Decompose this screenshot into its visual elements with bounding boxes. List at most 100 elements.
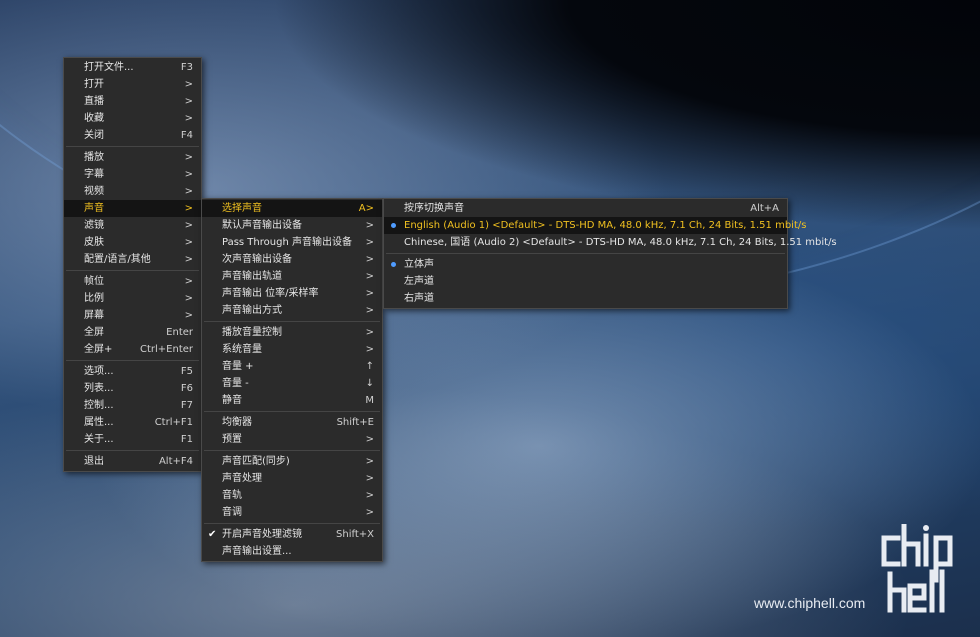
menu-item-bitrate-samplerate[interactable]: 声音输出 位率/采样率 > [202, 285, 382, 302]
menu-item-shortcut: Ctrl+F1 [154, 417, 193, 428]
submenu-arrow: > [365, 237, 374, 248]
menu-item-video[interactable]: 视频 > [64, 183, 201, 200]
submenu-arrow: > [365, 473, 374, 484]
menu-item-equalizer[interactable]: 均衡器 Shift+E [202, 414, 382, 431]
menu-item-label: 列表... [84, 383, 114, 394]
menu-item-select-audio[interactable]: 选择声音 A> [202, 200, 382, 217]
menu-item-label: 次声音输出设备 [222, 254, 292, 265]
menu-item-fullscreen-plus[interactable]: 全屏+ Ctrl+Enter [64, 341, 201, 358]
menu-item-options[interactable]: 选项... F5 [64, 363, 201, 380]
main-context-menu: 打开文件... F3 打开 > 直播 > 收藏 > 关闭 F4 播放 > 字幕 > 视频 > 声… [63, 57, 202, 472]
menu-item-enable-audio-filter[interactable]: ✔ 开启声音处理滤镜 Shift+X [202, 526, 382, 543]
audio-track-english[interactable]: English (Audio 1) <Default> - DTS-HD MA,… [384, 217, 806, 234]
menu-item-label: 控制... [84, 400, 114, 411]
menu-separator [66, 270, 199, 271]
submenu-arrow: > [184, 169, 193, 180]
menu-item-label: 音调 [222, 507, 242, 518]
menu-item-properties[interactable]: 属性... Ctrl+F1 [64, 414, 201, 431]
menu-item-shortcut: F1 [180, 434, 193, 445]
menu-item-label: Pass Through 声音输出设备 [222, 237, 352, 248]
menu-item-label: 开启声音处理滤镜 [222, 529, 302, 540]
menu-item-label: 声音匹配(同步) [222, 456, 290, 467]
menu-item-output-track[interactable]: 声音输出轨道 > [202, 268, 382, 285]
menu-separator [204, 411, 380, 412]
radio-selected-icon [391, 262, 396, 267]
menu-item-filters[interactable]: 滤镜 > [64, 217, 201, 234]
menu-item-label: 全屏+ [84, 344, 113, 355]
menu-item-shortcut: F7 [180, 400, 193, 411]
menu-item-audio[interactable]: 声音 > [64, 200, 201, 217]
submenu-arrow: > [365, 305, 374, 316]
menu-item-fullscreen[interactable]: 全屏 Enter [64, 324, 201, 341]
arrow-down-icon: ↓ [365, 378, 374, 389]
menu-item-label: 比例 [84, 293, 104, 304]
menu-item-playback[interactable]: 播放 > [64, 149, 201, 166]
menu-item-control[interactable]: 控制... F7 [64, 397, 201, 414]
check-icon: ✔ [208, 529, 217, 540]
menu-item-volume-up[interactable]: 音量 + ↑ [202, 358, 382, 375]
menu-item-live[interactable]: 直播 > [64, 93, 201, 110]
channel-left[interactable]: 左声道 [384, 273, 787, 290]
menu-item-label: 声音输出设置... [222, 546, 292, 557]
menu-item-skins[interactable]: 皮肤 > [64, 234, 201, 251]
menu-item-secondary-device[interactable]: 次声音输出设备 > [202, 251, 382, 268]
menu-item-audio-output-settings[interactable]: 声音输出设置... [202, 543, 382, 560]
menu-item-config-language[interactable]: 配置/语言/其他 > [64, 251, 201, 268]
menu-item-pitch[interactable]: 音调 > [202, 504, 382, 521]
submenu-arrow: > [365, 271, 374, 282]
menu-item-subtitles[interactable]: 字幕 > [64, 166, 201, 183]
menu-item-playlist[interactable]: 列表... F6 [64, 380, 201, 397]
menu-item-volume-down[interactable]: 音量 - ↓ [202, 375, 382, 392]
menu-item-system-volume[interactable]: 系统音量 > [202, 341, 382, 358]
menu-item-label: 音轨 [222, 490, 242, 501]
menu-item-close[interactable]: 关闭 F4 [64, 127, 201, 144]
menu-item-label: 播放 [84, 152, 104, 163]
menu-item-open[interactable]: 打开 > [64, 76, 201, 93]
channel-stereo[interactable]: 立体声 [384, 256, 787, 273]
menu-item-label: 滤镜 [84, 220, 104, 231]
submenu-arrow: > [365, 288, 374, 299]
menu-item-mute[interactable]: 静音 M [202, 392, 382, 409]
menu-item-shortcut: Shift+E [336, 417, 374, 428]
menu-item-label: 左声道 [404, 276, 434, 287]
menu-item-screen[interactable]: 屏幕 > [64, 307, 201, 324]
menu-item-about[interactable]: 关于... F1 [64, 431, 201, 448]
menu-item-shortcut: M [365, 395, 374, 406]
menu-item-audio-track[interactable]: 音轨 > [202, 487, 382, 504]
menu-item-favorites[interactable]: 收藏 > [64, 110, 201, 127]
menu-item-label: 直播 [84, 96, 104, 107]
audio-track-submenu: 按序切换声音 Alt+A English (Audio 1) <Default> … [383, 198, 837, 309]
menu-item-aspect-ratio[interactable]: 比例 > [64, 290, 201, 307]
audio-submenu: 选择声音 A> 默认声音输出设备 > Pass Through 声音输出设备 > 次声… [201, 198, 383, 562]
menu-item-audio-sync[interactable]: 声音匹配(同步) > [202, 453, 382, 470]
channel-right[interactable]: 右声道 [384, 290, 787, 307]
submenu-arrow: > [184, 79, 193, 90]
menu-item-label: English (Audio 1) <Default> - DTS-HD MA,… [404, 220, 807, 231]
submenu-arrow: > [184, 254, 193, 265]
menu-separator [66, 450, 199, 451]
submenu-arrow: > [184, 203, 193, 214]
menu-item-cycle-audio[interactable]: 按序切换声音 Alt+A [384, 200, 787, 217]
chiphell-logo [881, 524, 953, 613]
menu-item-label: 播放音量控制 [222, 327, 282, 338]
menu-item-open-file[interactable]: 打开文件... F3 [64, 59, 201, 76]
menu-item-label: 视频 [84, 186, 104, 197]
menu-item-default-output-device[interactable]: 默认声音输出设备 > [202, 217, 382, 234]
menu-item-exit[interactable]: 退出 Alt+F4 [64, 453, 201, 470]
menu-item-passthrough-device[interactable]: Pass Through 声音输出设备 > [202, 234, 382, 251]
menu-separator [66, 360, 199, 361]
menu-item-presets[interactable]: 预置 > [202, 431, 382, 448]
menu-item-output-mode[interactable]: 声音输出方式 > [202, 302, 382, 319]
submenu-arrow: > [365, 254, 374, 265]
menu-item-label: 收藏 [84, 113, 104, 124]
menu-item-volume-control[interactable]: 播放音量控制 > [202, 324, 382, 341]
menu-item-frame[interactable]: 帧位 > [64, 273, 201, 290]
menu-item-label: 关于... [84, 434, 114, 445]
menu-item-audio-processing[interactable]: 声音处理 > [202, 470, 382, 487]
submenu-arrow: > [365, 344, 374, 355]
menu-item-label: 声音输出轨道 [222, 271, 282, 282]
submenu-arrow: > [184, 237, 193, 248]
audio-track-chinese[interactable]: Chinese, 国语 (Audio 2) <Default> - DTS-HD… [384, 234, 837, 251]
menu-item-label: 打开 [84, 79, 104, 90]
menu-separator [204, 523, 380, 524]
